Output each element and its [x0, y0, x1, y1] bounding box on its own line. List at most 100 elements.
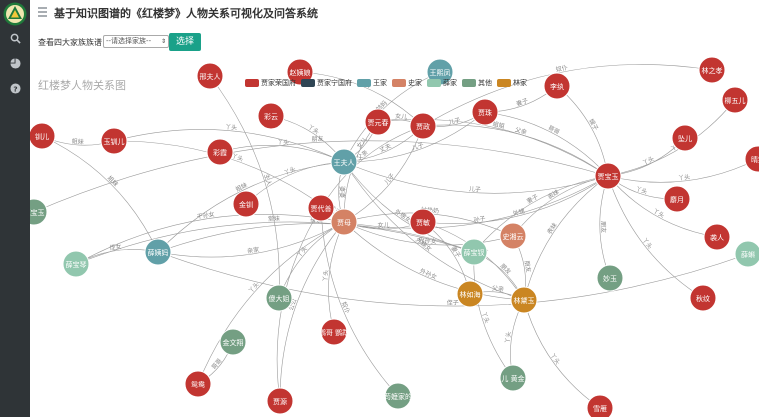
graph-node[interactable]: 苟嬷家的: [384, 382, 412, 410]
family-select[interactable]: --请选择家族-- ⇕: [103, 35, 169, 48]
relation-label: 朋友: [499, 262, 513, 276]
legend-item[interactable]: 贾家荣国府: [245, 78, 296, 88]
relation-label: 丫头: [652, 207, 666, 220]
legend-item[interactable]: 林家: [497, 78, 527, 88]
legend-label: 其他: [478, 79, 492, 87]
menu-toggle-icon[interactable]: [38, 7, 47, 18]
legend-item[interactable]: 王家: [357, 78, 387, 88]
legend-swatch: [462, 79, 476, 87]
graph-node[interactable]: 邢夫人: [196, 62, 224, 90]
node-label: 彩霞: [213, 148, 227, 157]
node-label: 薛姨妈: [148, 248, 169, 257]
graph-node[interactable]: 贾代善: [307, 194, 335, 222]
relation-label: 儿子: [411, 142, 425, 153]
node-label: 王熙凤: [430, 69, 451, 77]
node-label: 贾代善: [311, 204, 332, 213]
select-arrow-icon: ⇕: [160, 38, 166, 45]
node-label: 苟嬷家的: [384, 392, 412, 401]
graph-node[interactable]: 薛宝钗: [460, 238, 488, 266]
node-label: 儿 黄金: [501, 374, 524, 383]
graph-node[interactable]: 贾政: [409, 112, 437, 140]
legend-swatch: [245, 79, 259, 87]
node-label: 贾源: [273, 397, 287, 406]
graph-node[interactable]: 玉钏儿: [100, 127, 128, 155]
header: 基于知识图谱的《红楼梦》人物关系可视化及问答系统: [30, 0, 759, 27]
node-label: 林如海: [460, 290, 481, 299]
legend-item[interactable]: 史家: [392, 78, 422, 88]
graph-node[interactable]: 林之孝: [698, 56, 726, 84]
graph-node[interactable]: 麝月: [663, 185, 691, 213]
legend-item[interactable]: 薛家: [427, 78, 457, 88]
graph-node[interactable]: 鸳鸯: [184, 370, 212, 398]
graph-node[interactable]: 贾宝玉: [594, 162, 622, 190]
graph-node[interactable]: 秋纹: [689, 284, 717, 312]
graph-node[interactable]: 晴雯: [744, 145, 759, 173]
node-label: 贾元春: [368, 118, 389, 127]
graph-node[interactable]: 袭人: [703, 223, 731, 251]
relation-label: 丫头: [295, 245, 309, 259]
graph-node[interactable]: 傻大姐: [265, 284, 293, 312]
family-select-value: --请选择家族--: [106, 37, 152, 45]
legend-item[interactable]: 其他: [462, 78, 492, 88]
legend-item[interactable]: 贾家宁国府: [301, 78, 352, 88]
node-label: 薛蝌: [741, 250, 755, 259]
graph-node[interactable]: 贾元春: [364, 108, 392, 136]
graph-node[interactable]: 贾敏: [409, 208, 437, 236]
select-button[interactable]: 选择: [169, 33, 201, 51]
graph-node[interactable]: 王夫人: [330, 148, 358, 176]
relation-label: 丫头: [640, 236, 654, 250]
graph-node[interactable]: 李纨: [543, 72, 571, 100]
graph-node[interactable]: 金文翔: [219, 328, 247, 356]
node-label: 薛宝钗: [464, 248, 485, 257]
relation-edge: [556, 85, 609, 177]
search-icon[interactable]: [8, 31, 22, 45]
graph-node[interactable]: 贾珠: [471, 98, 499, 126]
question-icon[interactable]: ?: [8, 81, 22, 95]
graph-node[interactable]: 贾源: [266, 387, 294, 415]
node-label: 甄宝玉: [30, 208, 45, 217]
relation-label: 主人: [262, 173, 273, 187]
node-label: 贾珠: [478, 108, 492, 117]
relation-edge: [343, 125, 424, 223]
graph-node[interactable]: 彩云: [257, 102, 285, 130]
graph-node[interactable]: 林如海: [456, 280, 484, 308]
graph-node[interactable]: 薛蝌: [734, 240, 759, 268]
graph-node[interactable]: 史湘云: [499, 222, 527, 250]
relation-label: 奴仆: [340, 301, 352, 315]
svg-text:?: ?: [13, 84, 17, 93]
graph-node[interactable]: 林黛玉: [510, 286, 538, 314]
graph-node[interactable]: 金钏: [232, 190, 260, 218]
node-label: 贾母: [337, 219, 351, 227]
relation-label: 女儿: [395, 112, 408, 121]
graph-node[interactable]: 柳五儿: [721, 86, 749, 114]
relation-label: 嫂子: [587, 117, 600, 131]
relation-edge: [157, 251, 749, 307]
graph-node[interactable]: 钏儿: [30, 122, 56, 150]
graph-node[interactable]: 鹦哥 鹦鹉: [319, 318, 349, 346]
relation-edge: [320, 207, 399, 397]
graph-node[interactable]: 妙玉: [596, 264, 624, 292]
node-label: 李纨: [550, 82, 564, 91]
legend-swatch: [357, 79, 371, 87]
relation-label: 朋友: [311, 134, 323, 143]
graph-node[interactable]: 雪雁: [586, 394, 614, 417]
relation-label: 干孙女: [196, 210, 215, 221]
relation-edge: [279, 221, 345, 402]
graph-node[interactable]: 彩霞: [206, 138, 234, 166]
relation-label: 丫头: [225, 123, 238, 132]
graph-node[interactable]: 坠儿: [671, 124, 699, 152]
relation-edge: [343, 161, 475, 253]
graph-node[interactable]: 贾母: [330, 208, 358, 236]
graph-title: 红楼梦人物关系图: [38, 79, 126, 92]
relation-label: 丫头: [321, 269, 330, 282]
legend-label: 王家: [373, 79, 387, 87]
pie-chart-icon[interactable]: [8, 56, 22, 70]
node-label: 雪雁: [593, 405, 607, 413]
graph-node[interactable]: 甄宝玉: [30, 198, 48, 226]
legend-label: 史家: [408, 79, 422, 87]
graph-node[interactable]: 薛姨妈: [144, 238, 172, 266]
relation-label: 哥哥: [210, 357, 223, 371]
graph-node[interactable]: 薛宝琴: [62, 250, 90, 278]
relation-edge: [422, 64, 713, 127]
graph-node[interactable]: 儿 黄金: [499, 364, 527, 392]
